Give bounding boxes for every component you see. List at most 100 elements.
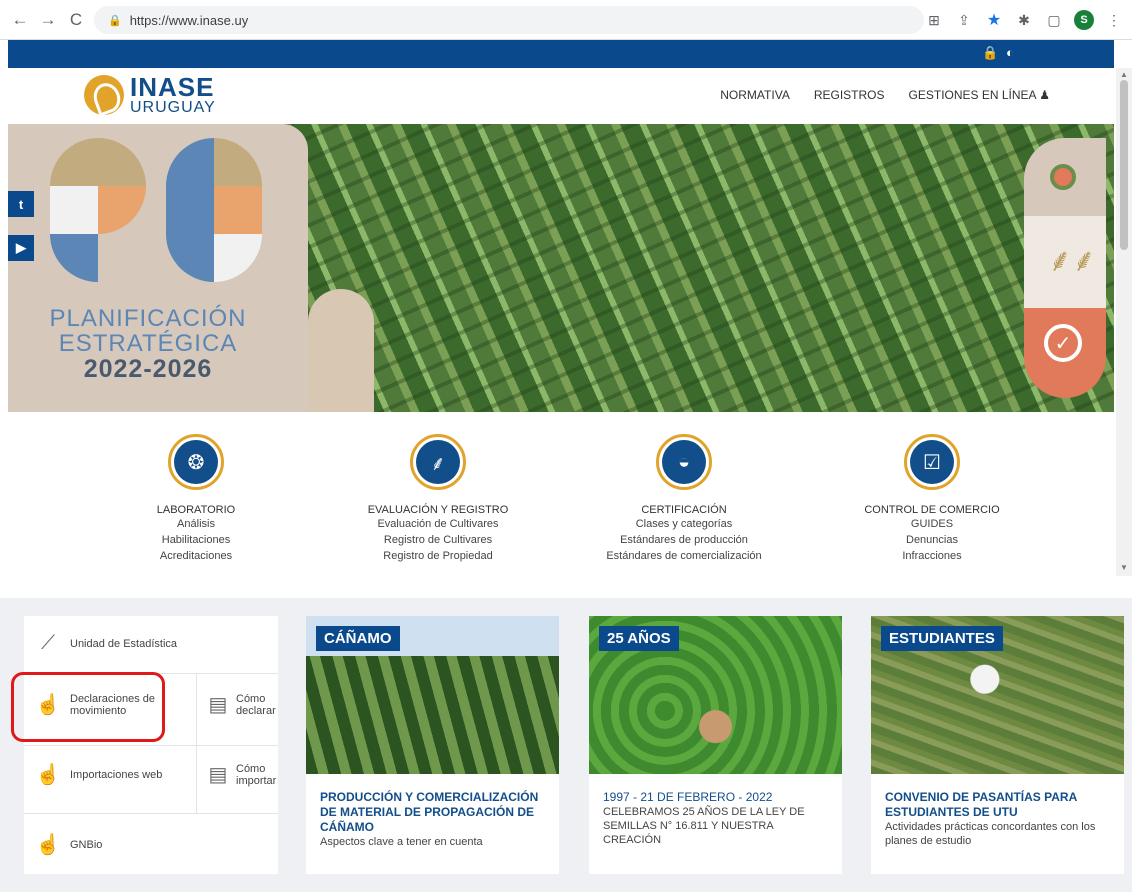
service-laboratorio: ❂ LABORATORIO Análisis Habilitaciones Ac…	[86, 434, 306, 564]
site-logo[interactable]: INASE URUGUAY	[84, 74, 216, 116]
lock-icon: 🔒	[108, 14, 122, 27]
service-link[interactable]: Habilitaciones	[86, 532, 306, 548]
profile-avatar[interactable]: S	[1074, 10, 1094, 30]
hand-pointer-icon: ☝	[35, 764, 61, 786]
service-link[interactable]: Infracciones	[822, 548, 1042, 564]
shape-quarter	[98, 138, 146, 186]
service-certificacion: ◒ CERTIFICACIÓN Clases y categorías Está…	[574, 434, 794, 564]
nav-gestiones-en-linea[interactable]: GESTIONES EN LÍNEA ♟	[909, 88, 1050, 102]
shape-quarter	[50, 186, 98, 234]
service-link[interactable]: Registro de Propiedad	[328, 548, 548, 564]
service-link[interactable]: Estándares de comercialización	[574, 548, 794, 564]
card-image-student-field: ESTUDIANTES	[871, 616, 1124, 774]
share-icon[interactable]: ⇪	[954, 10, 974, 30]
service-link[interactable]: Análisis	[86, 516, 306, 532]
nav-normativa[interactable]: NORMATIVA	[720, 88, 790, 102]
bookmark-star-icon[interactable]: ★	[984, 10, 1004, 30]
service-control-comercio: ☑ CONTROL DE COMERCIO GUIDES Denuncias I…	[822, 434, 1042, 564]
annotation-highlight-box	[11, 672, 165, 742]
card-description: Actividades prácticas concordantes con l…	[885, 821, 1096, 847]
service-link[interactable]: Estándares de producción	[574, 532, 794, 548]
side-panel-icon[interactable]: ▢	[1044, 10, 1064, 30]
logo-subtitle: URUGUAY	[130, 99, 216, 116]
bottom-section: ⟋ Unidad de Estadística ☝ Declaraciones …	[0, 598, 1132, 892]
document-icon: ▤	[208, 694, 228, 716]
news-card[interactable]: 25 AÑOS 1997 - 21 DE FEBRERO - 2022 CELE…	[589, 616, 842, 874]
estadistica-link[interactable]: ⟋ Unidad de Estadística	[34, 632, 177, 655]
accessibility-icon[interactable]: ◐	[1006, 45, 1014, 60]
target-icon	[1024, 138, 1106, 216]
service-heading[interactable]: CERTIFICACIÓN	[574, 504, 794, 516]
youtube-icon[interactable]: ▶	[8, 235, 34, 261]
quick-links-panel: ⟋ Unidad de Estadística ☝ Declaraciones …	[24, 616, 278, 874]
service-link[interactable]: Denuncias	[822, 532, 1042, 548]
evaluacion-wheat-icon[interactable]: ⸙	[410, 434, 466, 490]
logo-leaf-icon	[84, 75, 124, 115]
hero-arch-shape	[308, 289, 374, 412]
card-badge: 25 AÑOS	[599, 626, 679, 651]
gnbio-link[interactable]: ☝ GNBio	[34, 832, 103, 857]
shape-quarter	[50, 234, 98, 282]
shape-quarter	[50, 138, 98, 186]
como-declarar-link[interactable]: ▤ Cómo declarar	[204, 692, 278, 717]
trend-chart-icon: ⟋	[41, 632, 55, 654]
site-top-bar: 🔒 ◐	[8, 40, 1114, 68]
document-icon: ▤	[208, 764, 228, 786]
card-title: CONVENIO DE PASANTÍAS PARA ESTUDIANTES D…	[885, 790, 1115, 848]
news-card[interactable]: CÁÑAMO PRODUCCIÓN Y COMERCIALIZACIÓN DE …	[306, 616, 559, 874]
service-link[interactable]: Clases y categorías	[574, 516, 794, 532]
url-text: https://www.inase.uy	[129, 12, 249, 28]
service-heading[interactable]: LABORATORIO	[86, 504, 306, 516]
control-checklist-icon[interactable]: ☑	[904, 434, 960, 490]
hand-pointer-icon: ☝	[35, 834, 61, 856]
card-badge: CÁÑAMO	[316, 626, 400, 651]
menu-dots-icon[interactable]: ⋮	[1104, 10, 1124, 30]
reload-icon[interactable]: C	[62, 6, 90, 34]
certificacion-field-icon[interactable]: ◒	[656, 434, 712, 490]
login-lock-icon[interactable]: 🔒	[982, 45, 998, 61]
service-link[interactable]: Evaluación de Cultivares	[328, 516, 548, 532]
importaciones-link[interactable]: ☝ Importaciones web	[34, 762, 163, 787]
hero-plan-panel: PLANIFICACIÓN ESTRATÉGICA 2022-2026	[8, 124, 308, 412]
main-nav: NORMATIVA REGISTROS GESTIONES EN LÍNEA ♟	[720, 88, 1050, 102]
hero-banner[interactable]: PLANIFICACIÓN ESTRATÉGICA 2022-2026 ⸙⸙ ✓	[8, 124, 1114, 412]
site-header: INASE URUGUAY NORMATIVA REGISTROS GESTIO…	[8, 68, 1114, 124]
service-link[interactable]: Acreditaciones	[86, 548, 306, 564]
translate-icon[interactable]: ⊞	[924, 10, 944, 30]
shape-quarter	[166, 138, 214, 186]
service-evaluacion: ⸙ EVALUACIÓN Y REGISTRO Evaluación de Cu…	[328, 434, 548, 564]
news-card[interactable]: ESTUDIANTES CONVENIO DE PASANTÍAS PARA E…	[871, 616, 1124, 874]
nav-registros[interactable]: REGISTROS	[814, 88, 885, 102]
service-heading[interactable]: EVALUACIÓN Y REGISTRO	[328, 504, 548, 516]
shape-quarter	[214, 234, 262, 282]
shape-quarter	[98, 186, 146, 234]
service-heading[interactable]: CONTROL DE COMERCIO	[822, 504, 1042, 516]
forward-arrow-icon[interactable]: →	[34, 6, 62, 34]
service-link[interactable]: Registro de Cultivares	[328, 532, 548, 548]
wheat-icon: ⸙⸙	[1024, 216, 1106, 308]
twitter-icon[interactable]: t	[8, 191, 34, 217]
card-description: CELEBRAMOS 25 AÑOS DE LA LEY DE SEMILLAS…	[603, 806, 805, 846]
address-bar[interactable]: 🔒 https://www.inase.uy	[94, 6, 924, 34]
services-section: ❂ LABORATORIO Análisis Habilitaciones Ac…	[8, 412, 1114, 582]
card-description: Aspectos clave a tener en cuenta	[320, 836, 483, 848]
browser-toolbar: ← → C 🔒 https://www.inase.uy ⊞ ⇪ ★ ✱ ▢ S…	[0, 0, 1132, 40]
back-arrow-icon[interactable]: ←	[6, 6, 34, 34]
shape-quarter	[166, 186, 214, 234]
user-icon: ♟	[1039, 88, 1050, 102]
page-scrollbar[interactable]: ▲ ▼	[1116, 68, 1132, 576]
shape-quarter	[166, 234, 214, 282]
logo-title: INASE	[130, 72, 215, 102]
card-title: PRODUCCIÓN Y COMERCIALIZACIÓN DE MATERIA…	[320, 790, 550, 849]
service-link[interactable]: GUIDES	[822, 516, 1042, 532]
hero-title: PLANIFICACIÓN ESTRATÉGICA 2022-2026	[49, 305, 247, 384]
card-image-hemp-field: CÁÑAMO	[306, 616, 559, 774]
como-importar-link[interactable]: ▤ Cómo importar	[204, 762, 278, 787]
laboratorio-icon[interactable]: ❂	[168, 434, 224, 490]
card-badge: ESTUDIANTES	[881, 626, 1003, 651]
extensions-puzzle-icon[interactable]: ✱	[1014, 10, 1034, 30]
magnifier-check-icon: ✓	[1024, 308, 1106, 398]
card-image-seeds-hands: 25 AÑOS	[589, 616, 842, 774]
scrollbar-thumb[interactable]	[1120, 80, 1128, 250]
shape-quarter	[214, 138, 262, 186]
